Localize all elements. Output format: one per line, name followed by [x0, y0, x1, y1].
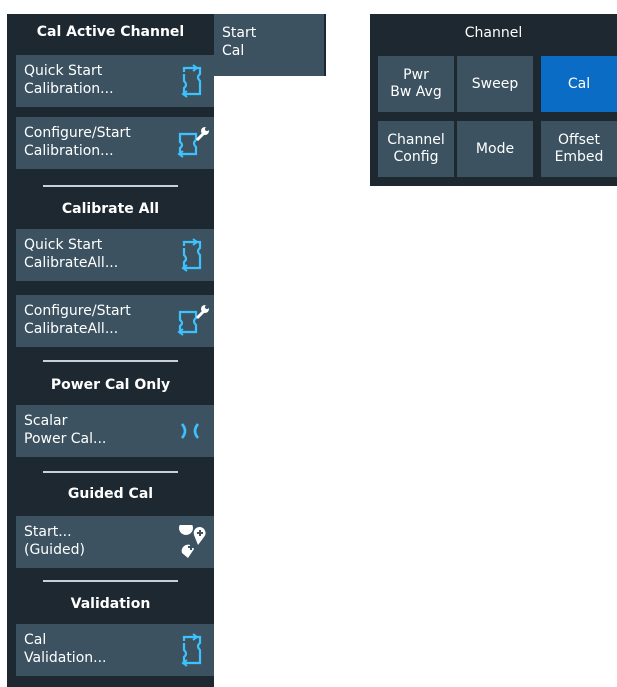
button-label: Mode	[475, 140, 515, 157]
button-label: Offset Embed	[554, 132, 604, 165]
calibration-icon	[181, 64, 202, 98]
section-title-cal-active-channel: Cal Active Channel	[36, 24, 185, 40]
sweep-button[interactable]: Sweep	[457, 56, 533, 112]
calibration-icon	[181, 238, 202, 272]
offset-embed-button[interactable]: Offset Embed	[541, 121, 617, 177]
cal-validation-button[interactable]: Cal Validation...	[16, 624, 214, 676]
channel-panel-title: Channel	[464, 25, 523, 41]
button-label: Sweep	[471, 75, 519, 92]
channel-config-button[interactable]: Channel Config	[378, 121, 454, 177]
divider	[43, 580, 178, 582]
button-label: Start... (Guided)	[24, 524, 85, 558]
start-guided-button[interactable]: Start... (Guided)	[16, 516, 214, 568]
divider	[43, 360, 178, 362]
cal-button[interactable]: Cal	[541, 56, 617, 112]
quick-start-calibration-button[interactable]: Quick Start Calibration...	[16, 55, 214, 107]
channel-panel: Channel Pwr Bw Avg Sweep Cal Channel Con…	[370, 14, 617, 186]
section-title-validation: Validation	[70, 596, 151, 612]
cal-softkey-panel: Cal Active Channel Quick Start Calibrati…	[7, 14, 214, 687]
calibration-wrench-icon	[177, 127, 209, 158]
divider	[43, 185, 178, 187]
button-label: Cal Validation...	[24, 632, 107, 666]
calibration-icon	[181, 633, 202, 667]
scalar-power-cal-button[interactable]: Scalar Power Cal...	[16, 405, 214, 457]
button-label: Cal	[567, 75, 591, 92]
button-label: Scalar Power Cal...	[24, 413, 107, 447]
calibration-wrench-icon	[177, 305, 209, 336]
section-title-power-cal-only: Power Cal Only	[50, 377, 171, 393]
button-label: Quick Start CalibrateAll...	[24, 237, 119, 271]
button-label: Pwr Bw Avg	[390, 67, 442, 100]
quick-start-calibrate-all-button[interactable]: Quick Start CalibrateAll...	[16, 229, 214, 281]
pwr-bw-avg-button[interactable]: Pwr Bw Avg	[378, 56, 454, 112]
configure-start-calibrate-all-button[interactable]: Configure/Start CalibrateAll...	[16, 295, 214, 347]
button-label: Configure/Start Calibration...	[24, 125, 131, 159]
section-title-calibrate-all: Calibrate All	[61, 201, 160, 217]
power-cal-icon	[180, 423, 200, 439]
configure-start-calibration-button[interactable]: Configure/Start Calibration...	[16, 117, 214, 169]
mode-button[interactable]: Mode	[457, 121, 533, 177]
button-label: Quick Start Calibration...	[24, 63, 114, 97]
section-title-guided-cal: Guided Cal	[67, 486, 154, 502]
start-cal-label: Start Cal	[222, 25, 257, 59]
button-label: Configure/Start CalibrateAll...	[24, 303, 131, 337]
divider	[43, 471, 178, 473]
page: Cal Active Channel Quick Start Calibrati…	[0, 0, 617, 687]
guided-pins-icon	[179, 525, 206, 558]
start-cal-header: Start Cal	[214, 14, 326, 76]
button-label: Channel Config	[387, 132, 445, 165]
